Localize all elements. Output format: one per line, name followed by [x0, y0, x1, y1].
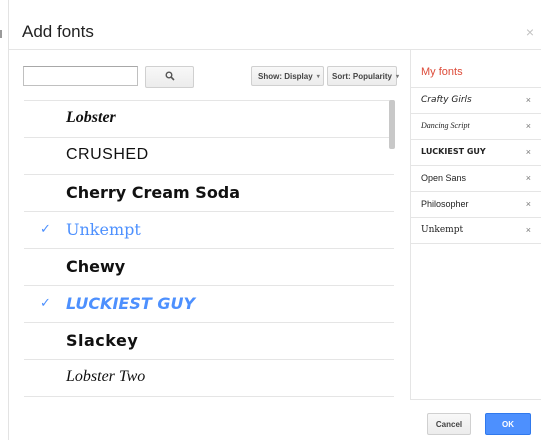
font-row-lobster-two[interactable]: Lobster Two [24, 360, 394, 397]
font-row-chewy[interactable]: Chewy [24, 249, 394, 286]
my-font-item: LUCKIEST GUY × [411, 140, 541, 166]
my-font-name: Open Sans [421, 173, 467, 183]
font-name: CRUSHED [66, 146, 149, 163]
show-filter-dropdown[interactable]: Show: Display ▾ [251, 66, 324, 86]
my-font-item: Unkempt × [411, 218, 541, 244]
font-list: Lobster CRUSHED Cherry Cream Soda ✓ Unke… [24, 100, 394, 397]
remove-font-icon[interactable]: × [526, 225, 531, 235]
font-name: Chewy [66, 257, 126, 276]
chevron-down-icon: ▾ [396, 73, 400, 80]
font-row-unkempt[interactable]: ✓ Unkempt [24, 212, 394, 249]
font-name: Cherry Cream Soda [66, 183, 241, 202]
remove-font-icon[interactable]: × [526, 121, 531, 131]
font-row-crushed[interactable]: CRUSHED [24, 138, 394, 175]
font-list-scrollbar[interactable] [389, 100, 395, 149]
ok-button[interactable]: OK [485, 413, 531, 435]
font-name: Unkempt [66, 220, 141, 239]
show-filter-label: Show: Display [258, 71, 313, 81]
dialog-title: Add fonts [22, 22, 94, 41]
my-fonts-panel: My fonts Crafty Girls × Dancing Script ×… [410, 50, 541, 400]
search-button[interactable] [145, 66, 194, 88]
my-font-item: Dancing Script × [411, 114, 541, 140]
remove-font-icon[interactable]: × [526, 147, 531, 157]
checkmark-icon: ✓ [40, 221, 51, 236]
my-font-name: LUCKIEST GUY [421, 147, 486, 156]
font-name: Slackey [66, 331, 139, 350]
my-font-item: Crafty Girls × [411, 88, 541, 114]
remove-font-icon[interactable]: × [526, 95, 531, 105]
chevron-down-icon: ▾ [316, 73, 320, 80]
sort-dropdown[interactable]: Sort: Popularity ▾ [327, 66, 400, 86]
search-icon [165, 68, 175, 86]
font-row-lobster[interactable]: Lobster [24, 101, 394, 138]
remove-font-icon[interactable]: × [526, 173, 531, 183]
remove-font-icon[interactable]: × [526, 199, 531, 209]
font-row-luckiest-guy[interactable]: ✓ LUCKIEST GUY [24, 286, 394, 323]
my-font-name: Dancing Script [421, 121, 470, 130]
sort-label: Sort: Popularity [332, 71, 393, 81]
my-font-name: Philosopher [421, 199, 469, 209]
my-fonts-title: My fonts [421, 66, 463, 78]
background-window-edge [0, 30, 2, 38]
close-icon[interactable]: × [526, 24, 534, 40]
my-font-item: Philosopher × [411, 192, 541, 218]
my-fonts-list: Crafty Girls × Dancing Script × LUCKIEST… [411, 88, 541, 244]
add-fonts-dialog: Add fonts × Show: Display ▾ Sort: Popula… [8, 0, 541, 440]
font-name: LUCKIEST GUY [66, 294, 196, 313]
font-toolbar: Show: Display ▾ Sort: Popularity ▾ [9, 50, 402, 100]
my-font-name: Crafty Girls [421, 95, 472, 105]
my-font-item: Open Sans × [411, 166, 541, 192]
font-row-cherry-cream-soda[interactable]: Cherry Cream Soda [24, 175, 394, 212]
font-name: Lobster Two [66, 368, 146, 385]
font-name: Lobster [66, 109, 116, 126]
cancel-button[interactable]: Cancel [427, 413, 471, 435]
my-font-name: Unkempt [421, 225, 464, 235]
search-input[interactable] [23, 66, 138, 86]
checkmark-icon: ✓ [40, 295, 51, 310]
font-row-slackey[interactable]: Slackey [24, 323, 394, 360]
